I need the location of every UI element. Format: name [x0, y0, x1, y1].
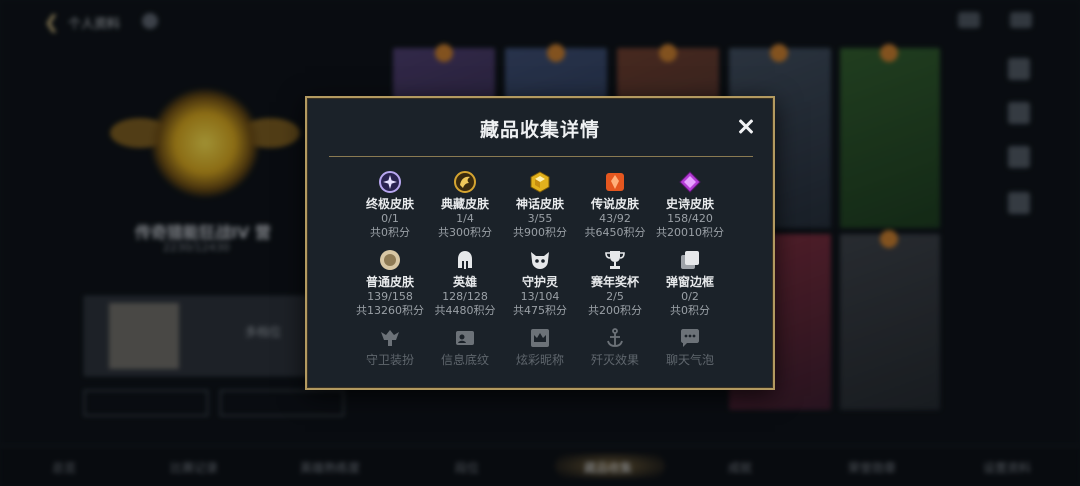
- chat-bubble-icon: [681, 329, 699, 347]
- title-divider: [329, 156, 753, 157]
- legendary-skin-icon: [606, 173, 624, 191]
- frame-icon: [681, 251, 699, 269]
- item-count: 0/2: [681, 290, 699, 303]
- item-count: 158/420: [667, 212, 713, 225]
- item-label: 聊天气泡: [665, 353, 714, 367]
- profile-card-icon: [456, 331, 474, 345]
- collection-item-epic-skin[interactable]: 史诗皮肤 158/420 共20010积分: [645, 170, 735, 240]
- collection-item-chat-bubble[interactable]: 聊天气泡: [645, 326, 735, 368]
- mythic-skin-icon: [530, 171, 550, 193]
- helmet-icon: [458, 251, 472, 269]
- item-label: 弹窗边框: [665, 275, 714, 289]
- regular-skin-icon: [380, 250, 400, 270]
- close-icon[interactable]: [736, 116, 756, 136]
- modal-title: 藏品收集详情: [479, 119, 600, 141]
- anchor-icon: [607, 328, 623, 347]
- trophy-icon: [605, 251, 625, 269]
- ultimate-skin-icon: [379, 171, 401, 193]
- guardian-outfit-icon: [381, 330, 399, 346]
- collector-skin-icon: [454, 171, 476, 193]
- item-points: 共0积分: [670, 304, 710, 317]
- item-points: 共20010积分: [656, 226, 724, 239]
- epic-skin-icon: [679, 171, 701, 193]
- item-label: 史诗皮肤: [665, 197, 714, 211]
- collection-item-popup-frame[interactable]: 弹窗边框 0/2 共0积分: [645, 248, 735, 318]
- nickname-icon: [531, 329, 549, 347]
- guardian-icon: [531, 252, 549, 269]
- collection-details-modal: 藏品收集详情 终极皮肤 0/1 共0积分 典藏皮肤 1/4 共300积分 神话皮…: [305, 96, 775, 390]
